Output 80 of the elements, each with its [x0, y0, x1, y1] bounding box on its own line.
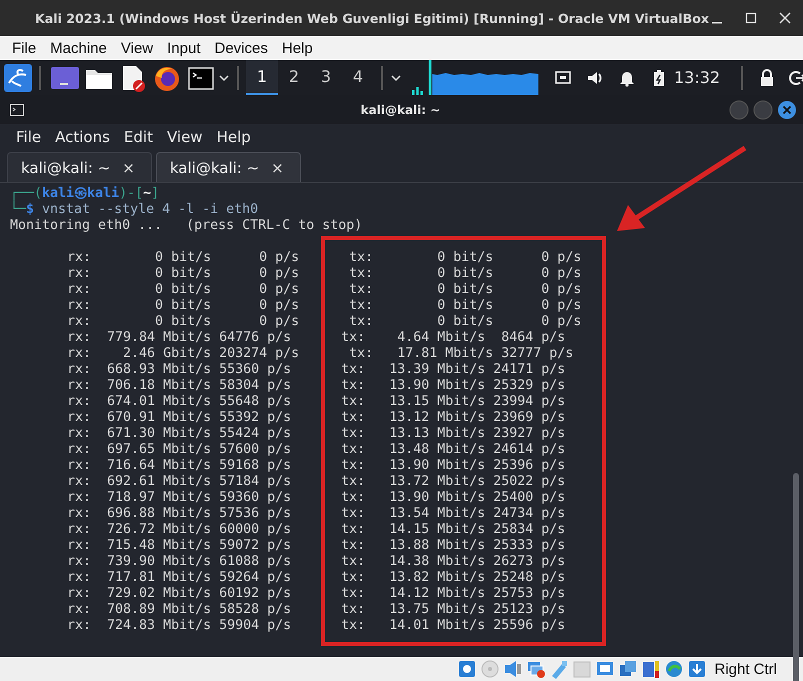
rx-reading: rx: 716.64 Mbit/s 59168 p/s — [67, 458, 292, 474]
tx-reading: tx: 17.81 Mbit/s 32777 p/s — [349, 346, 574, 362]
rx-reading: rx: 0 bit/s 0 p/s — [67, 314, 300, 330]
rx-reading: rx: 715.48 Mbit/s 59072 p/s — [67, 538, 292, 554]
menu-item[interactable]: Edit — [116, 128, 160, 146]
rx-reading: rx: 729.02 Mbit/s 60192 p/s — [67, 586, 292, 602]
tx-reading: tx: 13.90 Mbit/s 25329 p/s — [341, 378, 566, 394]
tx-reading: tx: 13.72 Mbit/s 25022 p/s — [341, 474, 566, 490]
tx-reading: tx: 13.75 Mbit/s 25123 p/s — [341, 602, 566, 618]
terminal-tab[interactable]: kali@kali: ~ × — [7, 152, 152, 182]
prompt-text: )-[ — [119, 186, 144, 202]
tx-reading: tx: 0 bit/s 0 p/s — [349, 250, 582, 266]
rx-reading: rx: 696.88 Mbit/s 57536 p/s — [67, 506, 292, 522]
prompt-text: └─ — [10, 202, 26, 218]
rx-reading: rx: 706.18 Mbit/s 58304 p/s — [67, 378, 292, 394]
tx-reading: tx: 13.13 Mbit/s 23927 p/s — [341, 426, 566, 442]
tx-reading: tx: 14.01 Mbit/s 25596 p/s — [341, 618, 566, 634]
rx-reading: rx: 739.90 Mbit/s 61088 p/s — [67, 554, 292, 570]
menu-item[interactable]: Devices — [208, 40, 275, 56]
tx-reading: tx: 14.15 Mbit/s 25834 p/s — [341, 522, 566, 538]
rx-reading: rx: 724.83 Mbit/s 59904 p/s — [67, 618, 292, 634]
menu-item[interactable]: Actions — [48, 128, 117, 146]
tx-reading: tx: 4.64 Mbit/s 8464 p/s — [341, 330, 566, 346]
tx-reading: tx: 13.39 Mbit/s 24171 p/s — [341, 362, 566, 378]
prompt-text: ~ — [143, 186, 152, 202]
rx-reading: rx: 0 bit/s 0 p/s — [67, 282, 300, 298]
rx-reading: rx: 708.89 Mbit/s 58528 p/s — [67, 602, 292, 618]
close-tab-button[interactable]: × — [122, 158, 135, 176]
tx-reading: tx: 13.82 Mbit/s 25248 p/s — [341, 570, 566, 586]
tx-reading: tx: 0 bit/s 0 p/s — [349, 282, 582, 298]
menu-item[interactable]: Help — [274, 40, 320, 56]
tx-reading: tx: 0 bit/s 0 p/s — [349, 298, 582, 314]
tx-reading: tx: 0 bit/s 0 p/s — [349, 314, 582, 330]
tx-reading: tx: 13.90 Mbit/s 25400 p/s — [341, 490, 566, 506]
workspace-tab[interactable]: 4 — [342, 60, 374, 95]
menu-item[interactable]: View — [114, 40, 160, 56]
rx-reading: rx: 779.84 Mbit/s 64776 p/s — [67, 330, 292, 346]
prompt-text: kali㉿kali — [42, 186, 120, 202]
clock[interactable]: 13:32 — [674, 68, 720, 87]
close-tab-button[interactable]: × — [271, 158, 284, 176]
rx-reading: rx: 674.01 Mbit/s 55648 p/s — [67, 394, 292, 410]
workspace-tab[interactable]: 3 — [310, 60, 342, 95]
rx-reading: rx: 2.46 Gbit/s 203274 p/s — [67, 346, 300, 362]
rx-reading: rx: 718.97 Mbit/s 59360 p/s — [67, 490, 292, 506]
menu-item[interactable]: File — [9, 128, 48, 146]
menu-item[interactable]: View — [160, 128, 210, 146]
tx-reading: tx: 13.15 Mbit/s 23994 p/s — [341, 394, 566, 410]
rx-reading: rx: 697.65 Mbit/s 57600 p/s — [67, 442, 292, 458]
host-key-label: Right Ctrl — [714, 660, 777, 678]
terminal-tab[interactable]: kali@kali: ~ × — [156, 152, 301, 182]
tx-reading: tx: 14.38 Mbit/s 26273 p/s — [341, 554, 566, 570]
menu-item[interactable]: Help — [210, 128, 258, 146]
rx-reading: rx: 692.61 Mbit/s 57184 p/s — [67, 474, 292, 490]
rx-reading: rx: 717.81 Mbit/s 59264 p/s — [67, 570, 292, 586]
prompt-text: $ — [26, 202, 34, 218]
tx-reading: tx: 0 bit/s 0 p/s — [349, 266, 582, 282]
rx-reading: rx: 0 bit/s 0 p/s — [67, 250, 300, 266]
rx-reading: rx: 671.30 Mbit/s 55424 p/s — [67, 426, 292, 442]
tx-reading: tx: 14.12 Mbit/s 25753 p/s — [341, 586, 566, 602]
status-message: Monitoring eth0 ... (press CTRL-C to stop) — [10, 218, 364, 234]
workspace-tab[interactable]: 1 — [246, 60, 278, 95]
window-title: kali@kali: ~ — [360, 102, 440, 116]
rx-reading: rx: 670.91 Mbit/s 55392 p/s — [67, 410, 292, 426]
tx-reading: tx: 13.88 Mbit/s 25333 p/s — [341, 538, 566, 554]
window-title: Kali 2023.1 (Windows Host Üzerinden Web Guvenligi Egitimi) [Running] - Oracle VM VirtualBox — [35, 10, 709, 26]
rx-reading: rx: 0 bit/s 0 p/s — [67, 298, 300, 314]
workspace-tab[interactable]: 2 — [278, 60, 310, 95]
prompt-text: ] — [151, 186, 160, 202]
prompt-text: vnstat --style 4 -l -i eth0 — [41, 202, 258, 218]
prompt-text: ┌──( — [10, 186, 42, 201]
menu-item[interactable]: File — [5, 40, 44, 56]
rx-reading: rx: 0 bit/s 0 p/s — [67, 266, 300, 282]
tx-reading: tx: 13.90 Mbit/s 25396 p/s — [341, 458, 566, 474]
menu-item[interactable]: Input — [160, 40, 208, 56]
tx-reading: tx: 13.48 Mbit/s 24614 p/s — [341, 442, 566, 458]
rx-reading: rx: 668.93 Mbit/s 55360 p/s — [67, 362, 292, 378]
tx-reading: tx: 13.54 Mbit/s 24734 p/s — [341, 506, 566, 522]
menu-item[interactable]: Machine — [43, 40, 114, 56]
rx-reading: rx: 726.72 Mbit/s 60000 p/s — [67, 522, 292, 538]
tx-reading: tx: 13.12 Mbit/s 23969 p/s — [341, 410, 566, 426]
